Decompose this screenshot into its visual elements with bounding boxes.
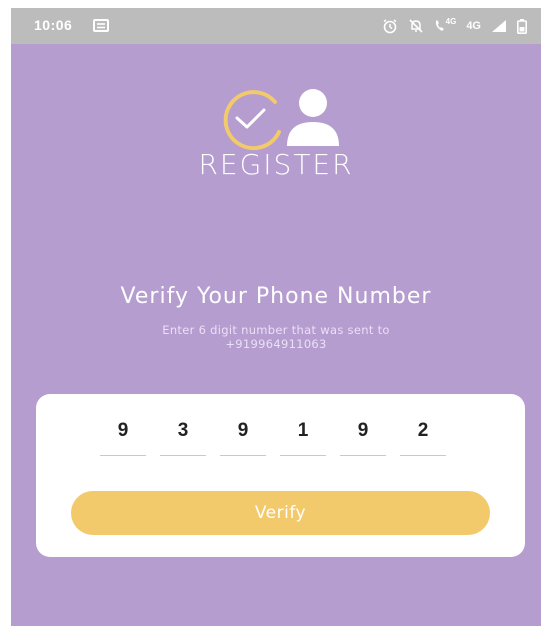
network-label-small: 4G [445,17,457,26]
alarm-icon [382,18,398,34]
status-bar: 10:06 4G 4G [11,8,541,44]
user-icon [287,89,339,146]
register-heading: REGISTER [198,148,354,181]
call-icon: 4G [434,17,457,33]
verify-button[interactable]: Verify [71,491,490,535]
status-time: 10:06 [34,17,73,33]
verify-instruction: Enter 6 digit number that was sent to [162,323,390,337]
otp-digit-1[interactable]: 9 [100,416,146,456]
phone-number: +919964911063 [225,337,327,351]
signal-icon [491,19,507,33]
verify-subtitle: Enter 6 digit number that was sent to +9… [106,323,446,351]
otp-digit-2[interactable]: 3 [160,416,206,456]
otp-digit-5[interactable]: 9 [340,416,386,456]
otp-digit-6[interactable]: 2 [400,416,446,456]
verify-title: Verify Your Phone Number [120,284,432,309]
network-label: 4G [466,20,481,32]
otp-input-row: 9 3 9 1 9 2 [100,416,446,458]
otp-digit-4[interactable]: 1 [280,416,326,456]
register-logo [217,82,367,154]
app-screen: 10:06 4G 4G REGISTER Verify Your Phone N… [11,8,541,626]
mute-icon [408,18,424,34]
otp-card: 9 3 9 1 9 2 Verify [36,394,525,557]
otp-digit-3[interactable]: 9 [220,416,266,456]
battery-icon [517,18,527,34]
message-icon [93,18,109,32]
status-icons: 4G 4G [382,16,527,36]
check-circle-icon [223,90,281,151]
